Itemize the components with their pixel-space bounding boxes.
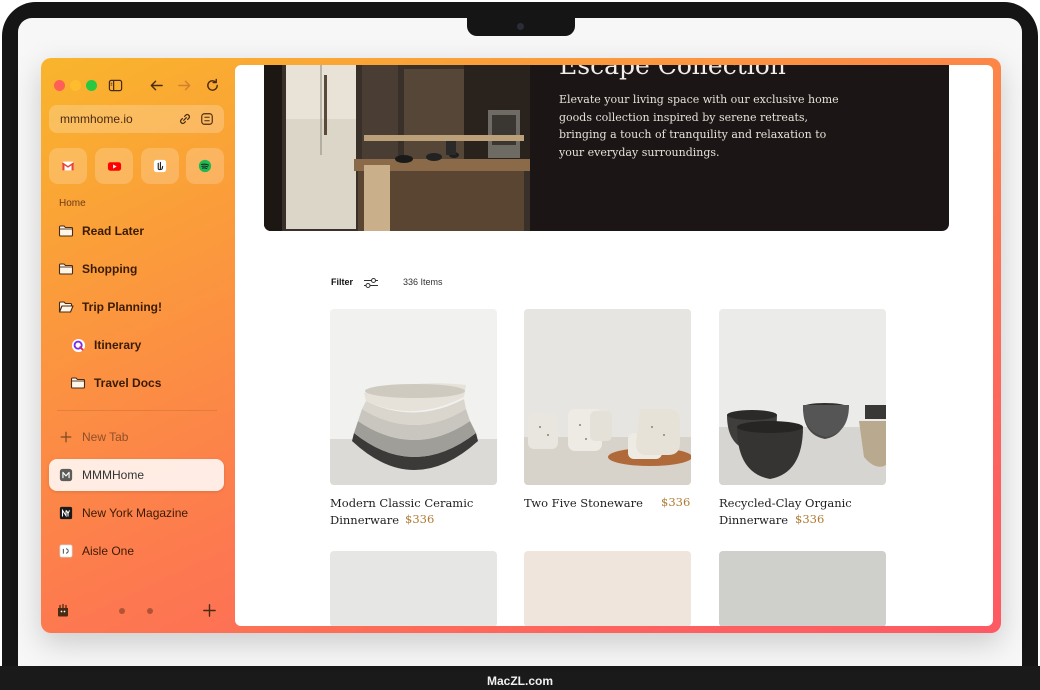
hero-description: Elevate your living space with our exclu…	[559, 93, 839, 159]
hero-kitchen-image	[264, 65, 530, 231]
product-image-ceramic-bowls[interactable]	[330, 309, 497, 485]
sidebar-item-label: Travel Docs	[94, 376, 162, 390]
open-folder-icon	[58, 299, 74, 315]
youtube-icon	[107, 161, 121, 171]
product-image-partial[interactable]	[524, 551, 691, 626]
product-image-partial[interactable]	[719, 551, 886, 626]
site-controls-icon[interactable]	[200, 112, 214, 126]
item-count: 336 Items	[403, 277, 443, 287]
sidebar-footer	[41, 598, 234, 622]
sidebar-folder-read-later[interactable]: Read Later	[49, 215, 224, 247]
favorite-spotify[interactable]	[186, 148, 224, 184]
filter-button[interactable]: Filter	[331, 277, 353, 287]
url-text: mmmhome.io	[60, 112, 133, 126]
hero-title: Escape Collection	[559, 65, 786, 80]
product-image-partial[interactable]	[330, 551, 497, 626]
url-bar[interactable]: mmmhome.io	[49, 105, 224, 133]
sidebar-divider	[57, 410, 217, 411]
new-tab-label: New Tab	[82, 430, 129, 444]
pinned-favorites	[49, 148, 224, 184]
folder-icon	[58, 223, 74, 239]
favorite-gmail[interactable]	[49, 148, 87, 184]
browser-window: mmmhome.io Home Read Later Shopping Trip…	[41, 58, 1001, 633]
new-york-magazine-favicon-icon	[58, 505, 74, 521]
zoom-window-button[interactable]	[86, 80, 97, 91]
product-card[interactable]	[719, 551, 886, 626]
section-label: Home	[59, 198, 86, 209]
gmail-icon	[61, 161, 75, 171]
sidebar-folder-trip-planning[interactable]: Trip Planning!	[49, 291, 224, 323]
tab-label: New York Magazine	[82, 506, 189, 520]
space-indicator-dot[interactable]	[147, 608, 153, 614]
product-card[interactable]: Recycled-Clay Organic Dinnerware $336	[719, 309, 886, 539]
link-icon[interactable]	[178, 112, 192, 126]
plus-icon	[58, 429, 74, 445]
add-space-plus-icon[interactable]	[202, 603, 217, 618]
tab-aisle-one[interactable]: Aisle One	[49, 535, 224, 567]
folder-icon	[70, 375, 86, 391]
product-price: $336	[661, 495, 691, 509]
aisle-one-favicon-icon	[58, 543, 74, 559]
itinerary-app-icon	[70, 337, 86, 353]
tab-label: MMMHome	[82, 468, 144, 482]
product-card[interactable]	[330, 551, 497, 626]
sidebar: mmmhome.io Home Read Later Shopping Trip…	[41, 58, 234, 633]
sidebar-toggle-icon[interactable]	[106, 76, 124, 94]
sidebar-item-label: Itinerary	[94, 338, 142, 352]
forward-arrow-icon[interactable]	[175, 76, 193, 94]
product-image-clay-bowls[interactable]	[719, 309, 886, 485]
sidebar-item-label: Shopping	[82, 262, 138, 276]
product-image-stoneware-cups[interactable]	[524, 309, 691, 485]
product-card[interactable]: Two Five Stoneware $336	[524, 309, 691, 539]
space-indicator-dot[interactable]	[119, 608, 125, 614]
filter-sliders-icon[interactable]	[363, 276, 379, 290]
mmmhome-favicon-icon	[58, 467, 74, 483]
library-archive-icon[interactable]	[55, 602, 71, 618]
minimize-window-button[interactable]	[70, 80, 81, 91]
sidebar-item-label: Read Later	[82, 224, 145, 238]
sidebar-item-travel-docs[interactable]: Travel Docs	[49, 367, 224, 399]
folder-icon	[58, 261, 74, 277]
back-arrow-icon[interactable]	[147, 76, 165, 94]
sidebar-item-label: Trip Planning!	[82, 300, 162, 314]
product-card[interactable]: Modern Classic Ceramic Dinnerware $336	[330, 309, 497, 539]
camera-notch	[467, 18, 575, 36]
new-tab-button[interactable]: New Tab	[49, 421, 224, 453]
close-window-button[interactable]	[54, 80, 65, 91]
sidebar-folder-shopping[interactable]: Shopping	[49, 253, 224, 285]
hero-banner: Escape Collection Elevate your living sp…	[264, 65, 949, 231]
reload-icon[interactable]	[203, 76, 221, 94]
spotify-icon	[198, 159, 212, 173]
product-card[interactable]	[524, 551, 691, 626]
product-price: $336	[405, 512, 435, 526]
listing-toolbar: Filter 336 Items	[331, 275, 731, 291]
camera-icon	[517, 23, 524, 30]
product-price: $336	[795, 512, 825, 526]
tab-mmmhome[interactable]: MMMHome	[49, 459, 224, 491]
tab-new-york-magazine[interactable]: New York Magazine	[49, 497, 224, 529]
favorite-youtube[interactable]	[95, 148, 133, 184]
tab-label: Aisle One	[82, 544, 135, 558]
peace-hand-icon	[153, 159, 167, 173]
web-content: Escape Collection Elevate your living sp…	[235, 65, 993, 626]
favorite-peace-app[interactable]	[141, 148, 179, 184]
sidebar-item-itinerary[interactable]: Itinerary	[49, 329, 224, 361]
brand-label: MacZL.com	[486, 674, 553, 688]
